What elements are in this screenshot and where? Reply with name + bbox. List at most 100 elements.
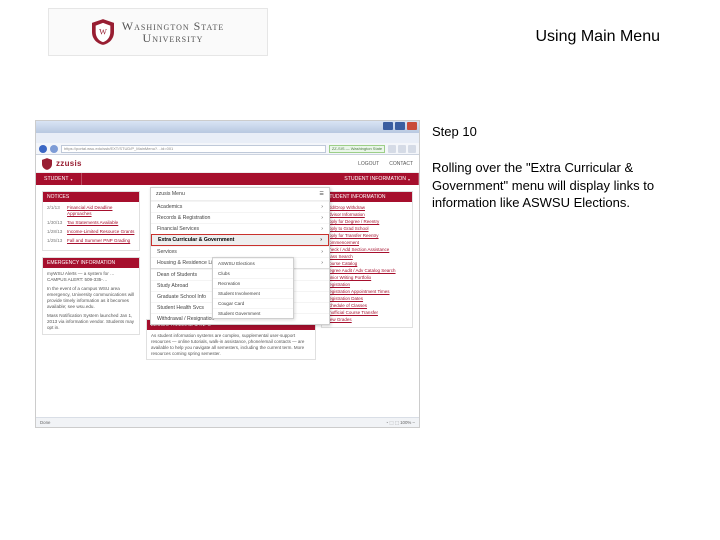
step-body: Rolling over the "Extra Curricular & Gov…	[432, 159, 664, 212]
address-bar[interactable]: https://portal.wsu.edu/ssb/EXT/STUD/P_Ma…	[61, 145, 326, 153]
emergency-body: myWSU Alerts — a system for … CAMPUS ALE…	[43, 268, 139, 334]
timeline-panel: ZZUSIS TIMELINE & INFO As student inform…	[146, 319, 316, 360]
menu-trigger[interactable]: zzusis Menu ☰	[151, 188, 329, 201]
info-link[interactable]: Registration	[326, 282, 408, 287]
site-header: zzusis LOGOUT CONTACT	[36, 155, 419, 173]
emergency-para: In the event of a campus WSU area emerge…	[47, 286, 135, 310]
info-link[interactable]: Check / Add Section Assistance	[326, 247, 408, 252]
submenu-item[interactable]: Cougar Card	[213, 298, 293, 308]
emergency-line: CAMPUS ALERT: 509-335-…	[47, 277, 135, 283]
emergency-header: EMERGENCY INFORMATION	[43, 258, 139, 268]
wsu-shield-icon: W	[92, 19, 114, 45]
forward-button[interactable]	[50, 145, 58, 153]
notices-panel: NOTICES 2/1/13Financial Aid Deadline App…	[42, 191, 140, 251]
menu-toggle-icon: ☰	[319, 191, 324, 197]
menu-item-extra-curricular[interactable]: Extra Curricular & Government›	[151, 234, 329, 246]
info-link[interactable]: View Grades	[326, 317, 408, 322]
browser-statusbar: Done ◔ ⬚ ⬚ 100% –	[36, 417, 419, 427]
chevron-right-icon: ›	[321, 260, 323, 266]
chevron-right-icon: ›	[321, 249, 323, 255]
star-icon[interactable]	[398, 145, 406, 153]
info-link[interactable]: Apply to Grad School	[326, 226, 408, 231]
main-menu-dropdown: zzusis Menu ☰ Academics› Records & Regis…	[150, 187, 330, 325]
submenu-item[interactable]: Student Government	[213, 308, 293, 318]
info-link[interactable]: Apply for Transfer Reentry	[326, 233, 408, 238]
notices-body: 2/1/13Financial Aid Deadline Approaches …	[43, 202, 139, 250]
notice-row[interactable]: 2/1/13Financial Aid Deadline Approaches	[47, 205, 135, 217]
nav-tab-label: STUDENT	[44, 176, 69, 182]
submenu-extra-curricular: ASWSU Elections Clubs Recreation Student…	[212, 257, 294, 319]
instruction-block: Step 10 Rolling over the "Extra Curricul…	[432, 124, 664, 212]
notice-row[interactable]: 1/30/13Tax Statements Available	[47, 220, 135, 226]
timeline-body: As student information systems are compl…	[147, 330, 315, 359]
student-info-column: STUDENT INFORMATION Add/Drop Withdraw Ad…	[321, 191, 413, 334]
browser-tabstrip	[36, 133, 419, 143]
site-shield-icon	[42, 158, 52, 170]
chevron-right-icon: ›	[321, 204, 323, 210]
left-column: NOTICES 2/1/13Financial Aid Deadline App…	[42, 191, 140, 360]
wsu-banner-line2: University	[122, 32, 224, 44]
page-title: Using Main Menu	[536, 28, 661, 46]
browser-toolbar: https://portal.wsu.edu/ssb/EXT/STUD/P_Ma…	[36, 143, 419, 155]
logout-link[interactable]: LOGOUT	[358, 161, 379, 167]
menu-item-records[interactable]: Records & Registration›	[151, 212, 329, 223]
contact-link[interactable]: CONTACT	[389, 161, 413, 167]
content-area: NOTICES 2/1/13Financial Aid Deadline App…	[36, 185, 419, 366]
info-link[interactable]: Registration Dates	[326, 296, 408, 301]
chevron-down-icon: ▾	[71, 177, 73, 182]
gear-icon[interactable]	[408, 145, 416, 153]
window-max-button[interactable]	[395, 122, 405, 130]
nav-tab-student-info[interactable]: STUDENT INFORMATION ▾	[336, 173, 419, 185]
submenu-item[interactable]: Student Involvement	[213, 288, 293, 298]
emergency-panel: EMERGENCY INFORMATION myWSU Alerts — a s…	[42, 257, 140, 335]
notice-row[interactable]: 1/25/13Fall and Summer PNP Grading	[47, 238, 135, 244]
info-link[interactable]: Registration Appointment Times	[326, 289, 408, 294]
window-min-button[interactable]	[383, 122, 393, 130]
submenu-item[interactable]: Recreation	[213, 278, 293, 288]
home-icon[interactable]	[388, 145, 396, 153]
submenu-item[interactable]: ASWSU Elections	[213, 258, 293, 268]
info-link[interactable]: Advisor Information	[326, 212, 408, 217]
student-info-links: Add/Drop Withdraw Advisor Information Ap…	[322, 202, 412, 327]
window-close-button[interactable]	[407, 122, 417, 130]
back-button[interactable]	[39, 145, 47, 153]
info-link[interactable]: Degree Audit / Adv Catalog Search	[326, 268, 408, 273]
status-right: ◔ ⬚ ⬚ 100% –	[386, 420, 416, 426]
step-label: Step 10	[432, 124, 664, 139]
embedded-screenshot: https://portal.wsu.edu/ssb/EXT/STUD/P_Ma…	[35, 120, 420, 428]
nav-tab-label: STUDENT INFORMATION	[344, 176, 406, 182]
menu-trigger-label: zzusis Menu	[156, 191, 185, 197]
emergency-footer: Mass Notification System launched Jan 1,…	[47, 313, 135, 331]
info-link[interactable]: Add/Drop Withdraw	[326, 205, 408, 210]
main-column: zzusis Menu ☰ Academics› Records & Regis…	[146, 191, 413, 360]
svg-text:W: W	[99, 28, 107, 37]
info-link[interactable]: Course Catalog	[326, 261, 408, 266]
student-info-header: STUDENT INFORMATION	[322, 192, 412, 202]
notices-header: NOTICES	[43, 192, 139, 202]
menu-item-services[interactable]: Services›	[151, 246, 329, 257]
chevron-down-icon: ▾	[408, 177, 410, 182]
window-buttons	[383, 122, 417, 130]
student-info-panel: STUDENT INFORMATION Add/Drop Withdraw Ad…	[321, 191, 413, 328]
notice-row[interactable]: 1/28/13Income-Limited Resource Grants	[47, 229, 135, 235]
wsu-banner-text: Washington State University	[122, 20, 224, 44]
browser-titlebar	[36, 121, 419, 133]
menu-item-financial[interactable]: Financial Services›	[151, 223, 329, 234]
info-link[interactable]: Unofficial Course Transfer	[326, 310, 408, 315]
menu-item-academics[interactable]: Academics›	[151, 201, 329, 212]
site-brand: zzusis	[56, 159, 82, 168]
nav-tab-student[interactable]: STUDENT ▾	[36, 173, 82, 185]
info-link[interactable]: Schedule of Classes	[326, 303, 408, 308]
chevron-right-icon: ›	[321, 226, 323, 232]
ssl-badge: ZZ-SIS — Washington State	[329, 145, 385, 153]
info-link[interactable]: Junior Writing Portfolio	[326, 275, 408, 280]
info-link[interactable]: Apply for Degree / Reentry	[326, 219, 408, 224]
wsu-banner: W Washington State University	[48, 8, 268, 56]
info-link[interactable]: Commencement	[326, 240, 408, 245]
primary-nav: STUDENT ▾ STUDENT INFORMATION ▾	[36, 173, 419, 185]
chevron-right-icon: ›	[320, 237, 322, 243]
submenu-item[interactable]: Clubs	[213, 268, 293, 278]
chevron-right-icon: ›	[321, 215, 323, 221]
info-link[interactable]: Class Search	[326, 254, 408, 259]
toolbar-icons	[388, 145, 416, 153]
